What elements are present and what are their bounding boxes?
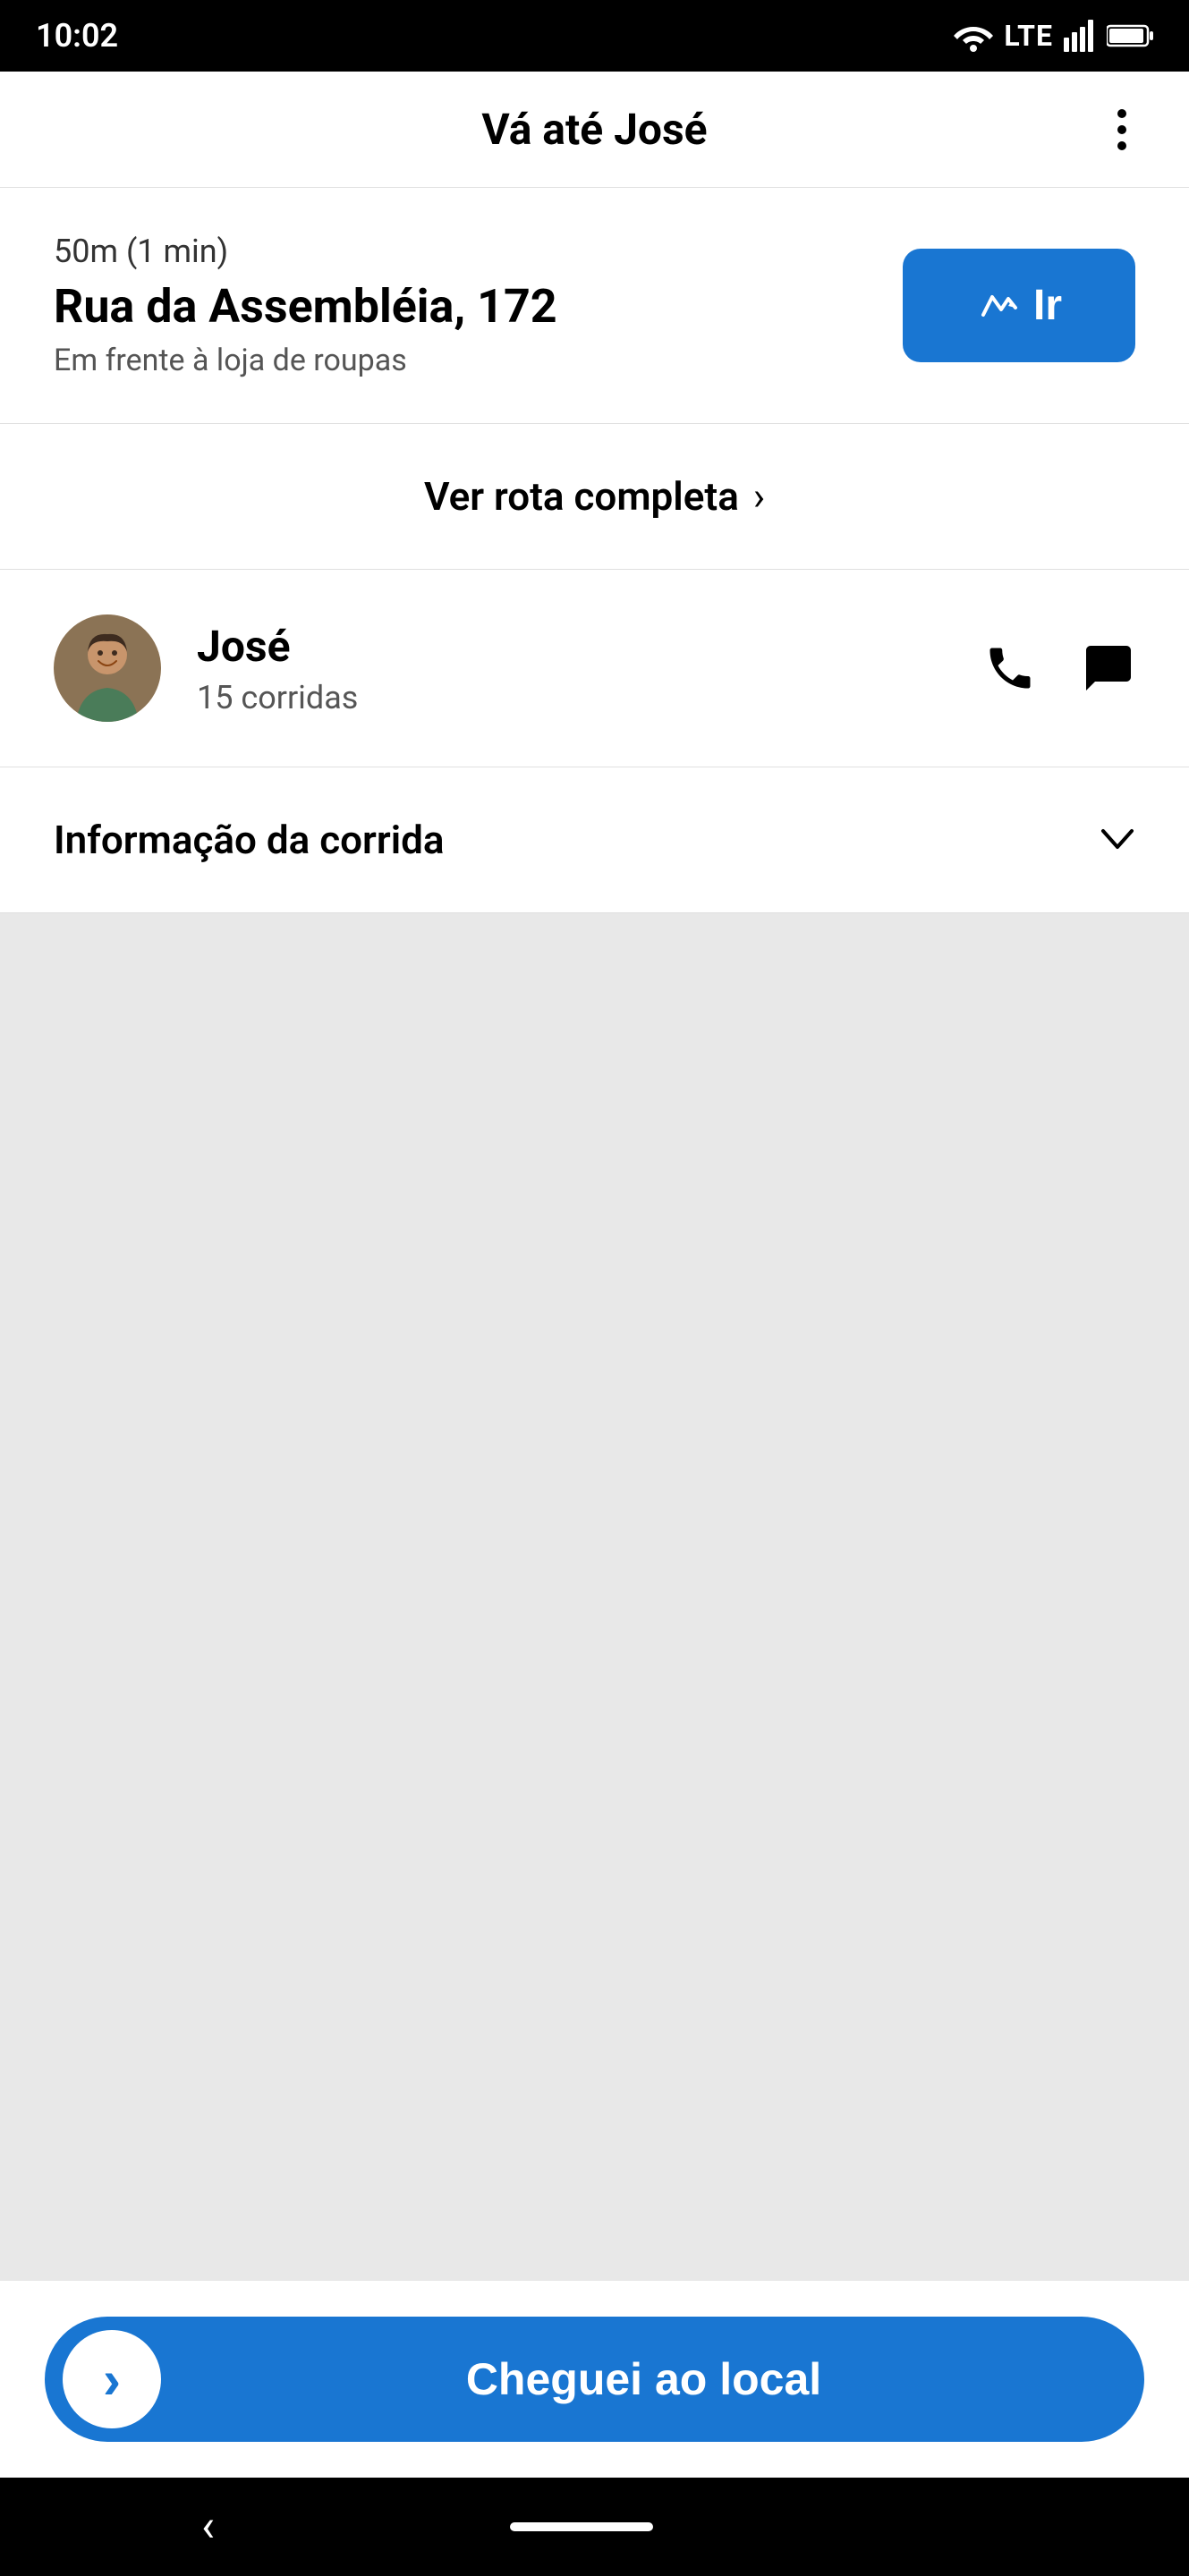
- bottom-cta-container: › Cheguei ao local: [0, 2281, 1189, 2478]
- call-button[interactable]: [983, 641, 1037, 695]
- map-area: [0, 913, 1189, 2281]
- nav-info: 50m (1 min) Rua da Assembléia, 172 Em fr…: [54, 233, 557, 378]
- message-icon: [1082, 641, 1135, 695]
- ride-info-label: Informação da corrida: [54, 817, 445, 863]
- route-chevron-icon: ›: [753, 473, 765, 520]
- nav-distance: 50m (1 min): [54, 233, 557, 270]
- battery-icon: [1107, 22, 1153, 49]
- passenger-avatar: [54, 614, 161, 722]
- arrived-button[interactable]: › Cheguei ao local: [45, 2317, 1144, 2442]
- more-menu-button[interactable]: [1108, 100, 1135, 159]
- home-indicator[interactable]: [510, 2522, 653, 2531]
- passenger-info: José 15 corridas: [197, 621, 983, 716]
- go-button[interactable]: Ir: [903, 249, 1135, 362]
- status-bar: 10:02 LTE: [0, 0, 1189, 72]
- passenger-actions: [983, 641, 1135, 695]
- dot-1: [1117, 109, 1126, 118]
- lte-icon: LTE: [1004, 19, 1053, 53]
- navigation-card: 50m (1 min) Rua da Assembléia, 172 Em fr…: [0, 188, 1189, 424]
- passenger-rides: 15 corridas: [197, 679, 983, 716]
- dot-2: [1117, 125, 1126, 134]
- view-full-route-button[interactable]: Ver rota completa ›: [0, 424, 1189, 570]
- arrived-button-label: Cheguei ao local: [161, 2353, 1126, 2405]
- ride-info-section[interactable]: Informação da corrida: [0, 767, 1189, 913]
- header-title: Vá até José: [481, 104, 707, 155]
- status-icons: LTE: [954, 19, 1153, 53]
- message-button[interactable]: [1082, 641, 1135, 695]
- wifi-icon: [954, 20, 993, 52]
- arrived-button-circle: ›: [63, 2330, 161, 2428]
- phone-icon: [983, 641, 1037, 695]
- header: Vá até José: [0, 72, 1189, 188]
- route-link-text: Ver rota completa: [424, 473, 739, 520]
- back-button[interactable]: ‹: [201, 2501, 215, 2553]
- route-icon: [976, 283, 1019, 328]
- signal-icon: [1064, 20, 1096, 52]
- status-time: 10:02: [36, 17, 118, 55]
- nav-street: Rua da Assembléia, 172: [54, 279, 557, 334]
- nav-hint: Em frente à loja de roupas: [54, 343, 557, 378]
- ride-info-chevron-icon: [1100, 819, 1135, 861]
- passenger-name: José: [197, 621, 983, 672]
- arrived-chevron-icon: ›: [103, 2349, 121, 2411]
- go-button-label: Ir: [1033, 281, 1062, 330]
- dot-3: [1117, 141, 1126, 150]
- nav-bar: ‹: [0, 2478, 1189, 2576]
- passenger-card: José 15 corridas: [0, 570, 1189, 767]
